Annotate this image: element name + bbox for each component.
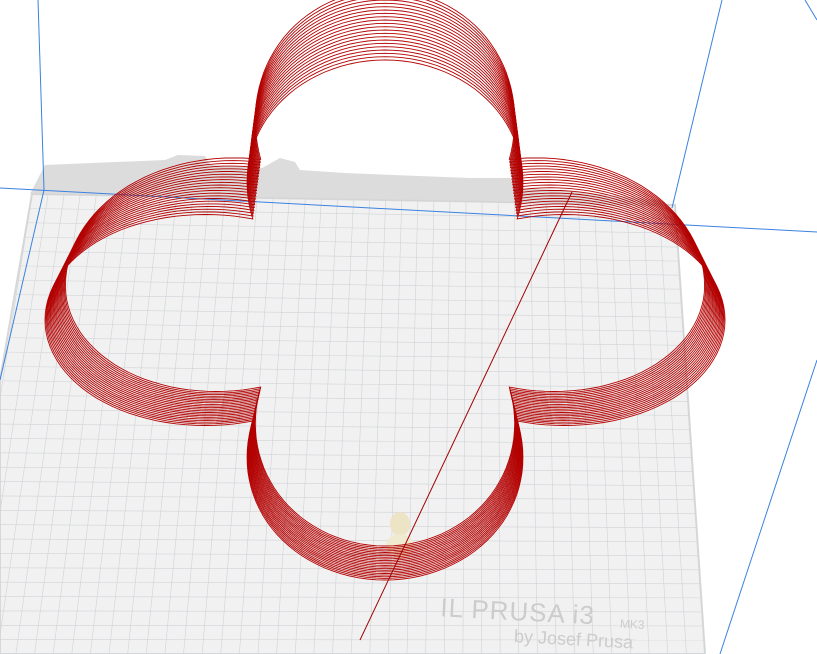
print-bed [0,192,707,654]
scene-canvas[interactable]: IL PRUSA i3 MK3 by Josef Prusa [0,0,817,654]
bed-logo-model-text: MK3 [620,617,646,632]
3d-viewport[interactable]: IL PRUSA i3 MK3 by Josef Prusa [0,0,817,654]
